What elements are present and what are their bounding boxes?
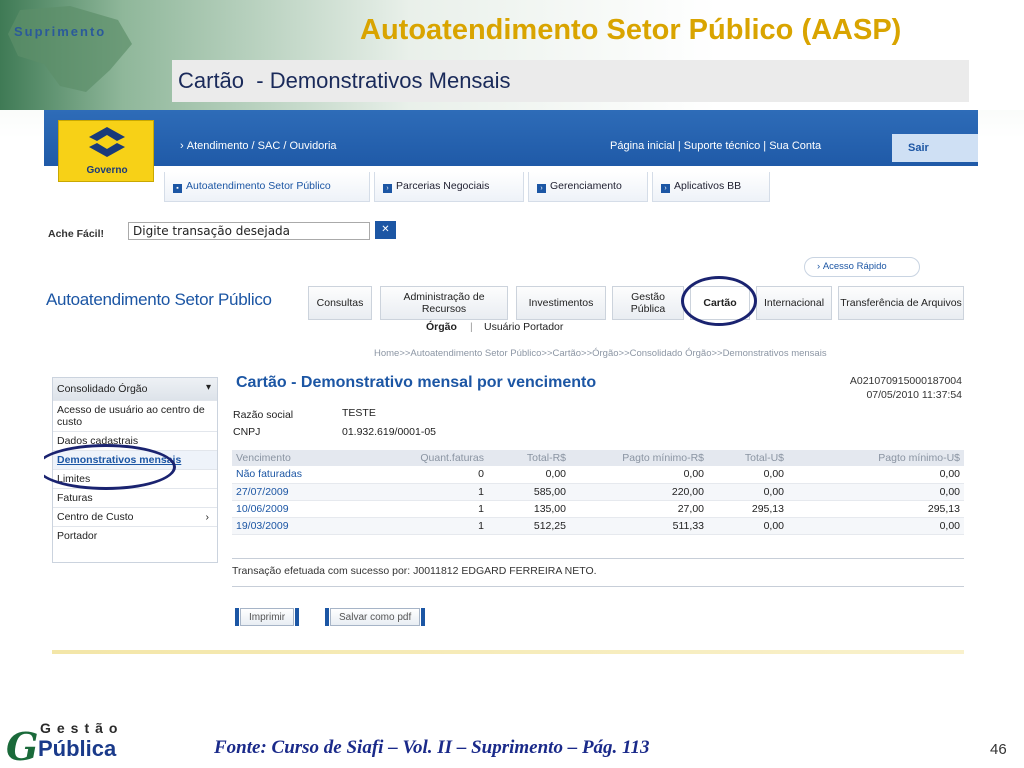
subtab-gerenciamento[interactable]: › Gerenciamento <box>528 172 648 202</box>
tab-consultas[interactable]: Consultas <box>308 286 372 320</box>
cnpj-label: CNPJ <box>233 426 261 438</box>
cnpj-value: 01.932.619/0001-05 <box>342 426 437 438</box>
table-row: 19/03/2009 1 512,25 511,33 0,00 0,00 <box>232 517 964 535</box>
tab-transferencia[interactable]: Transferência de Arquivos <box>838 286 964 320</box>
logo-text-bottom: Pública <box>38 736 117 761</box>
sec-tab-usuario-portador[interactable]: Usuário Portador <box>484 321 563 333</box>
table-cell: 0,00 <box>708 466 788 484</box>
bottom-divider <box>52 650 964 654</box>
col-total-us: Total-U$ <box>708 450 788 466</box>
tab-icon: ▪ <box>173 184 182 193</box>
search-input[interactable]: Digite transação desejada <box>128 222 370 240</box>
table-cell: 585,00 <box>488 483 570 501</box>
browser-screenshot: Governo › Atendimento / SAC / Ouvidoria … <box>44 110 978 666</box>
chevron-down-icon: ▾ <box>205 382 211 393</box>
tab-gestao-publica[interactable]: Gestão Pública <box>612 286 684 320</box>
table-cell: 512,25 <box>488 517 570 535</box>
tab-administracao[interactable]: Administração de Recursos <box>380 286 508 320</box>
tab-icon: › <box>661 184 670 193</box>
tab-icon: › <box>537 184 546 193</box>
table-cell: 1 <box>342 517 488 535</box>
content-id-block: A021070915000187004 07/05/2010 11:37:54 <box>744 374 962 402</box>
footer-source: Fonte: Curso de Siafi – Vol. II – Suprim… <box>214 737 650 758</box>
tab-investimentos[interactable]: Investimentos <box>516 286 606 320</box>
brand-label: Suprimento <box>14 24 107 39</box>
col-vencimento: Vencimento <box>232 450 342 466</box>
bb-logo-icon <box>89 127 125 157</box>
table-row: 10/06/2009 1 135,00 27,00 295,13 295,13 <box>232 500 964 518</box>
slide-subtitle: Cartão - Demonstrativos Mensais <box>178 68 511 93</box>
tab-icon: › <box>383 184 392 193</box>
subtab-aplicativos[interactable]: › Aplicativos BB <box>652 172 770 202</box>
sec-tab-orgao[interactable]: Órgão <box>426 321 457 333</box>
content-title: Cartão - Demonstrativo mensal por vencim… <box>236 374 597 391</box>
table-header-row: Vencimento Quant.faturas Total-R$ Pagto … <box>232 450 964 466</box>
save-pdf-button[interactable]: Salvar como pdf <box>324 608 426 626</box>
chevron-right-icon: › <box>205 511 210 523</box>
menu-item-centro-custo[interactable]: Centro de Custo › <box>53 507 217 526</box>
table-cell: 295,13 <box>708 500 788 518</box>
print-button[interactable]: Imprimir <box>234 608 300 626</box>
table-cell: 220,00 <box>570 483 708 501</box>
razao-label: Razão social <box>233 409 294 421</box>
table-cell: 1 <box>342 500 488 518</box>
subtab-parcerias[interactable]: › Parcerias Negociais <box>374 172 524 202</box>
table-cell: 511,33 <box>570 517 708 535</box>
table-cell: 295,13 <box>788 500 964 518</box>
transaction-datetime: 07/05/2010 11:37:54 <box>866 389 962 401</box>
divider <box>232 586 964 587</box>
menu-item-faturas[interactable]: Faturas <box>53 488 217 507</box>
table-cell: 0,00 <box>708 517 788 535</box>
left-menu-header[interactable]: Consolidado Órgão ▾ <box>53 378 217 400</box>
razao-value: TESTE <box>342 407 376 419</box>
nav-top-links[interactable]: Página inicial | Suporte técnico | Sua C… <box>610 140 821 152</box>
gestao-publica-logo: G Gestão Pública <box>6 720 136 768</box>
page-number: 46 <box>990 741 1007 758</box>
col-pagto-minimo-us: Pagto mínimo-U$ <box>788 450 964 466</box>
logout-button[interactable]: Sair <box>892 134 978 162</box>
table-row: 27/07/2009 1 585,00 220,00 0,00 0,00 <box>232 483 964 501</box>
search-label: Ache Fácil! <box>48 228 105 240</box>
table-cell: 27,00 <box>570 500 708 518</box>
app-title: Autoatendimento Setor Público <box>46 290 272 309</box>
table-cell: 0,00 <box>708 483 788 501</box>
logo-text-top: Gestão <box>40 720 124 736</box>
vencimento-link[interactable]: 19/03/2009 <box>232 517 342 535</box>
table-cell: 0 <box>342 466 488 484</box>
transaction-code: A021070915000187004 <box>849 375 962 387</box>
breadcrumb[interactable]: Home>>Autoatendimento Setor Público>>Car… <box>374 348 827 359</box>
menu-item-acesso[interactable]: Acesso de usuário ao centro de custo <box>53 400 217 431</box>
tab-internacional[interactable]: Internacional <box>756 286 832 320</box>
table-cell: 0,00 <box>570 466 708 484</box>
col-total-rs: Total-R$ <box>488 450 570 466</box>
slide-title: Autoatendimento Setor Público (AASP) <box>360 14 902 46</box>
vencimento-link[interactable]: Não faturadas <box>232 466 342 484</box>
table-cell: 0,00 <box>488 466 570 484</box>
search-go-icon[interactable]: ✕ <box>375 221 396 239</box>
table-cell: 0,00 <box>788 483 964 501</box>
col-pagto-minimo-rs: Pagto mínimo-R$ <box>570 450 708 466</box>
demonstrativo-table: Vencimento Quant.faturas Total-R$ Pagto … <box>232 450 964 535</box>
table-cell: 135,00 <box>488 500 570 518</box>
chevron-right-icon: › <box>180 140 187 152</box>
quick-access-button[interactable]: › Acesso Rápido <box>804 257 920 277</box>
success-message: Transação efetuada com sucesso por: J001… <box>232 565 597 577</box>
bb-logo-text: Governo <box>86 165 128 176</box>
bb-logo[interactable]: Governo <box>58 120 154 182</box>
table-cell: 0,00 <box>788 466 964 484</box>
subtab-autoatendimento[interactable]: ▪ Autoatendimento Setor Público <box>164 172 370 202</box>
brazil-map-icon <box>8 6 132 92</box>
table-cell: 1 <box>342 483 488 501</box>
vencimento-link[interactable]: 10/06/2009 <box>232 500 342 518</box>
menu-item-portador[interactable]: Portador <box>53 526 217 545</box>
col-quant-faturas: Quant.faturas <box>342 450 488 466</box>
vencimento-link[interactable]: 27/07/2009 <box>232 483 342 501</box>
table-row: Não faturadas 0 0,00 0,00 0,00 0,00 <box>232 466 964 484</box>
slide-subtitle-bar: Cartão - Demonstrativos Mensais <box>172 60 969 102</box>
table-cell: 0,00 <box>788 517 964 535</box>
nav-atendimento-link[interactable]: › Atendimento / SAC / Ouvidoria <box>180 140 337 152</box>
highlight-ring-cartao <box>681 276 757 326</box>
gestao-logo-icon: G <box>6 724 39 768</box>
divider <box>232 558 964 559</box>
